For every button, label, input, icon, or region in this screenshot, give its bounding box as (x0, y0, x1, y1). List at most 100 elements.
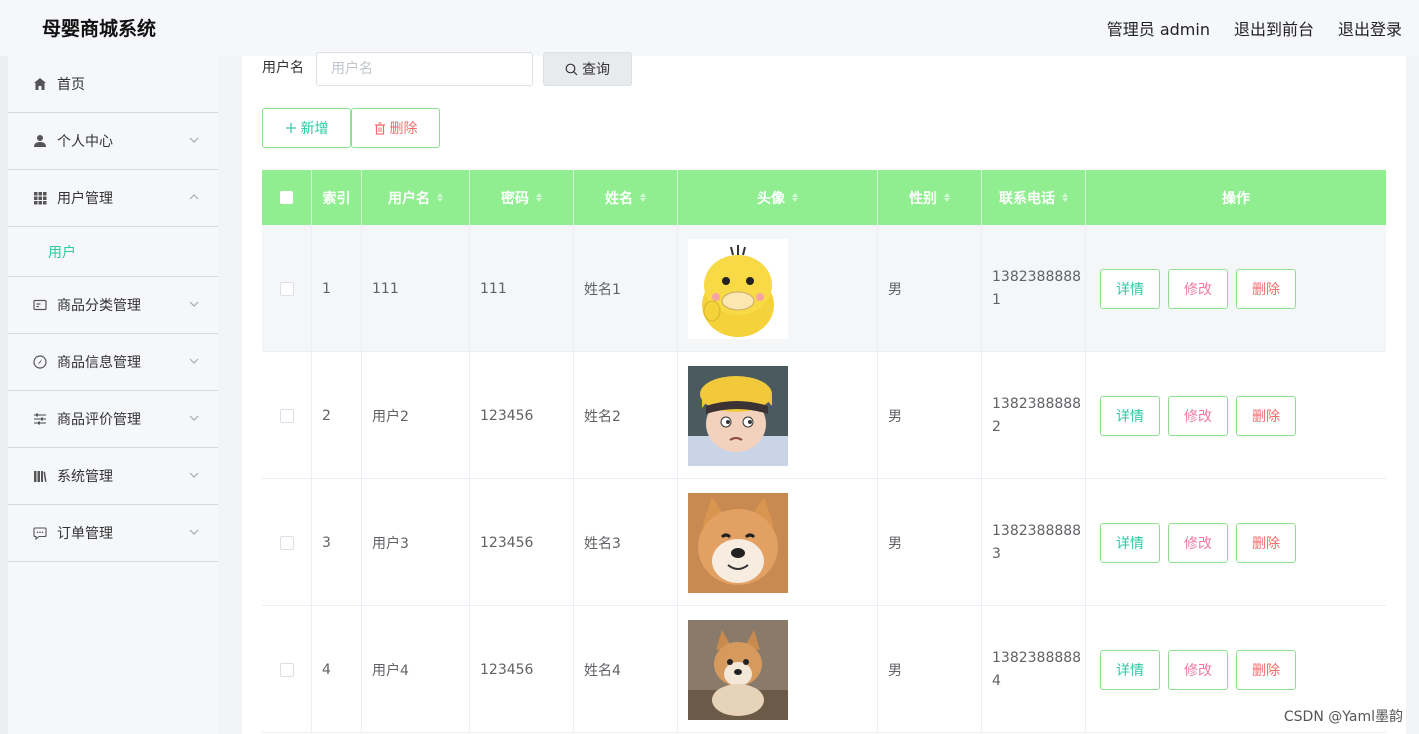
sidebar-item-label: 用户管理 (57, 191, 113, 207)
col-phone[interactable]: 联系电话 (982, 170, 1086, 225)
delete-button[interactable]: 删除 (1236, 395, 1296, 436)
sidebar-item-category[interactable]: 商品分类管理 (8, 277, 218, 334)
row-select-cell (262, 225, 312, 352)
chevron-up-icon (189, 194, 199, 200)
user-icon (32, 133, 48, 149)
edit-button[interactable]: 修改 (1168, 268, 1228, 309)
table-row: 2 用户2 123456 姓名2 男 1382388888 2 详情 修改 删除 (262, 352, 1386, 479)
sidebar-item-label: 个人中心 (57, 134, 113, 150)
phone-line-2: 2 (992, 418, 1001, 435)
shiba-avatar-image (688, 492, 788, 593)
edit-button[interactable]: 修改 (1168, 649, 1228, 690)
chevron-down-icon (189, 529, 199, 535)
sidebar-item-orders[interactable]: 订单管理 (8, 505, 218, 562)
app-title: 母婴商城系统 (42, 18, 157, 40)
sort-icon[interactable] (640, 193, 646, 202)
detail-button[interactable]: 详情 (1100, 395, 1160, 436)
detail-button[interactable]: 详情 (1100, 649, 1160, 690)
index-cell: 3 (312, 479, 362, 606)
chevron-down-icon (189, 358, 199, 364)
username-search-input[interactable] (316, 52, 533, 86)
name-cell: 姓名1 (574, 225, 678, 352)
top-header: 母婴商城系统 管理员 admin 退出到前台 退出登录 (0, 0, 1419, 56)
col-name-label: 姓名 (605, 190, 633, 207)
col-avatar-label: 头像 (757, 190, 785, 207)
phone-cell: 1382388888 2 (982, 352, 1086, 479)
sidebar-item-reviews[interactable]: 商品评价管理 (8, 391, 218, 448)
select-all-header[interactable] (262, 170, 312, 225)
plus-icon (285, 123, 296, 133)
add-label: 新增 (300, 121, 329, 137)
select-all-checkbox[interactable] (280, 191, 293, 204)
logout-link[interactable]: 退出登录 (1338, 16, 1402, 40)
query-button[interactable]: 查询 (543, 52, 632, 86)
detail-button[interactable]: 详情 (1100, 268, 1160, 309)
sidebar-item-label: 商品信息管理 (57, 355, 141, 371)
index-cell: 1 (312, 225, 362, 352)
dog-photo-avatar-image (688, 619, 788, 720)
row-select-cell (262, 352, 312, 479)
row-checkbox[interactable] (279, 408, 294, 423)
col-gender[interactable]: 性别 (878, 170, 982, 225)
col-name[interactable]: 姓名 (574, 170, 678, 225)
avatar (688, 619, 788, 720)
batch-delete-button[interactable]: 删除 (351, 108, 440, 148)
row-checkbox[interactable] (279, 281, 294, 296)
username-cell: 111 (362, 225, 470, 352)
avatar-cell (678, 352, 878, 479)
avatar-cell (678, 606, 878, 733)
admin-label[interactable]: 管理员 admin (1107, 16, 1210, 40)
username-cell: 用户2 (362, 352, 470, 479)
username-cell: 用户4 (362, 606, 470, 733)
col-index: 索引 (312, 170, 362, 225)
sidebar-item-profile[interactable]: 个人中心 (8, 113, 218, 170)
sidebar: 首页 个人中心 用户管理 用户 商品分类管理 商品信息管理 商品评价管理 系统管… (8, 56, 218, 734)
phone-cell: 1382388888 1 (982, 225, 1086, 352)
col-password-label: 密码 (501, 190, 529, 207)
delete-button[interactable]: 删除 (1236, 268, 1296, 309)
ops-cell: 详情 修改 删除 (1086, 352, 1386, 479)
sidebar-item-product-info[interactable]: 商品信息管理 (8, 334, 218, 391)
avatar (688, 492, 788, 593)
add-button[interactable]: 新增 (262, 108, 351, 148)
index-cell: 2 (312, 352, 362, 479)
sort-icon[interactable] (792, 193, 798, 202)
col-password[interactable]: 密码 (470, 170, 574, 225)
sidebar-item-system[interactable]: 系统管理 (8, 448, 218, 505)
sort-icon[interactable] (536, 193, 542, 202)
detail-button[interactable]: 详情 (1100, 522, 1160, 563)
phone-line-2: 1 (992, 291, 1001, 308)
sort-icon[interactable] (944, 193, 950, 202)
delete-button[interactable]: 删除 (1236, 522, 1296, 563)
index-cell: 4 (312, 606, 362, 733)
sort-icon[interactable] (437, 193, 443, 202)
left-gutter (0, 56, 8, 734)
back-to-front-link[interactable]: 退出到前台 (1234, 16, 1314, 40)
row-checkbox[interactable] (279, 535, 294, 550)
table-row: 3 用户3 123456 姓名3 男 1382388888 3 详情 修改 删除 (262, 479, 1386, 606)
col-username[interactable]: 用户名 (362, 170, 470, 225)
sidebar-subitem-users[interactable]: 用户 (8, 227, 218, 277)
row-checkbox[interactable] (279, 662, 294, 677)
edit-button[interactable]: 修改 (1168, 395, 1228, 436)
chevron-down-icon (189, 301, 199, 307)
sort-icon[interactable] (1062, 193, 1068, 202)
ops-cell: 详情 修改 删除 (1086, 479, 1386, 606)
delete-button[interactable]: 删除 (1236, 649, 1296, 690)
col-gender-label: 性别 (909, 190, 937, 207)
sidebar-item-user-mgmt[interactable]: 用户管理 (8, 170, 218, 227)
password-cell: 111 (470, 225, 574, 352)
sidebar-item-home[interactable]: 首页 (8, 56, 218, 113)
compass-icon (32, 354, 48, 370)
chevron-down-icon (189, 137, 199, 143)
password-cell: 123456 (470, 352, 574, 479)
name-cell: 姓名2 (574, 352, 678, 479)
gender-cell: 男 (878, 225, 982, 352)
chat-icon (32, 525, 48, 541)
phone-cell: 1382388888 4 (982, 606, 1086, 733)
avatar-cell (678, 479, 878, 606)
edit-button[interactable]: 修改 (1168, 522, 1228, 563)
chevron-down-icon (189, 472, 199, 478)
chevron-down-icon (189, 415, 199, 421)
col-avatar[interactable]: 头像 (678, 170, 878, 225)
